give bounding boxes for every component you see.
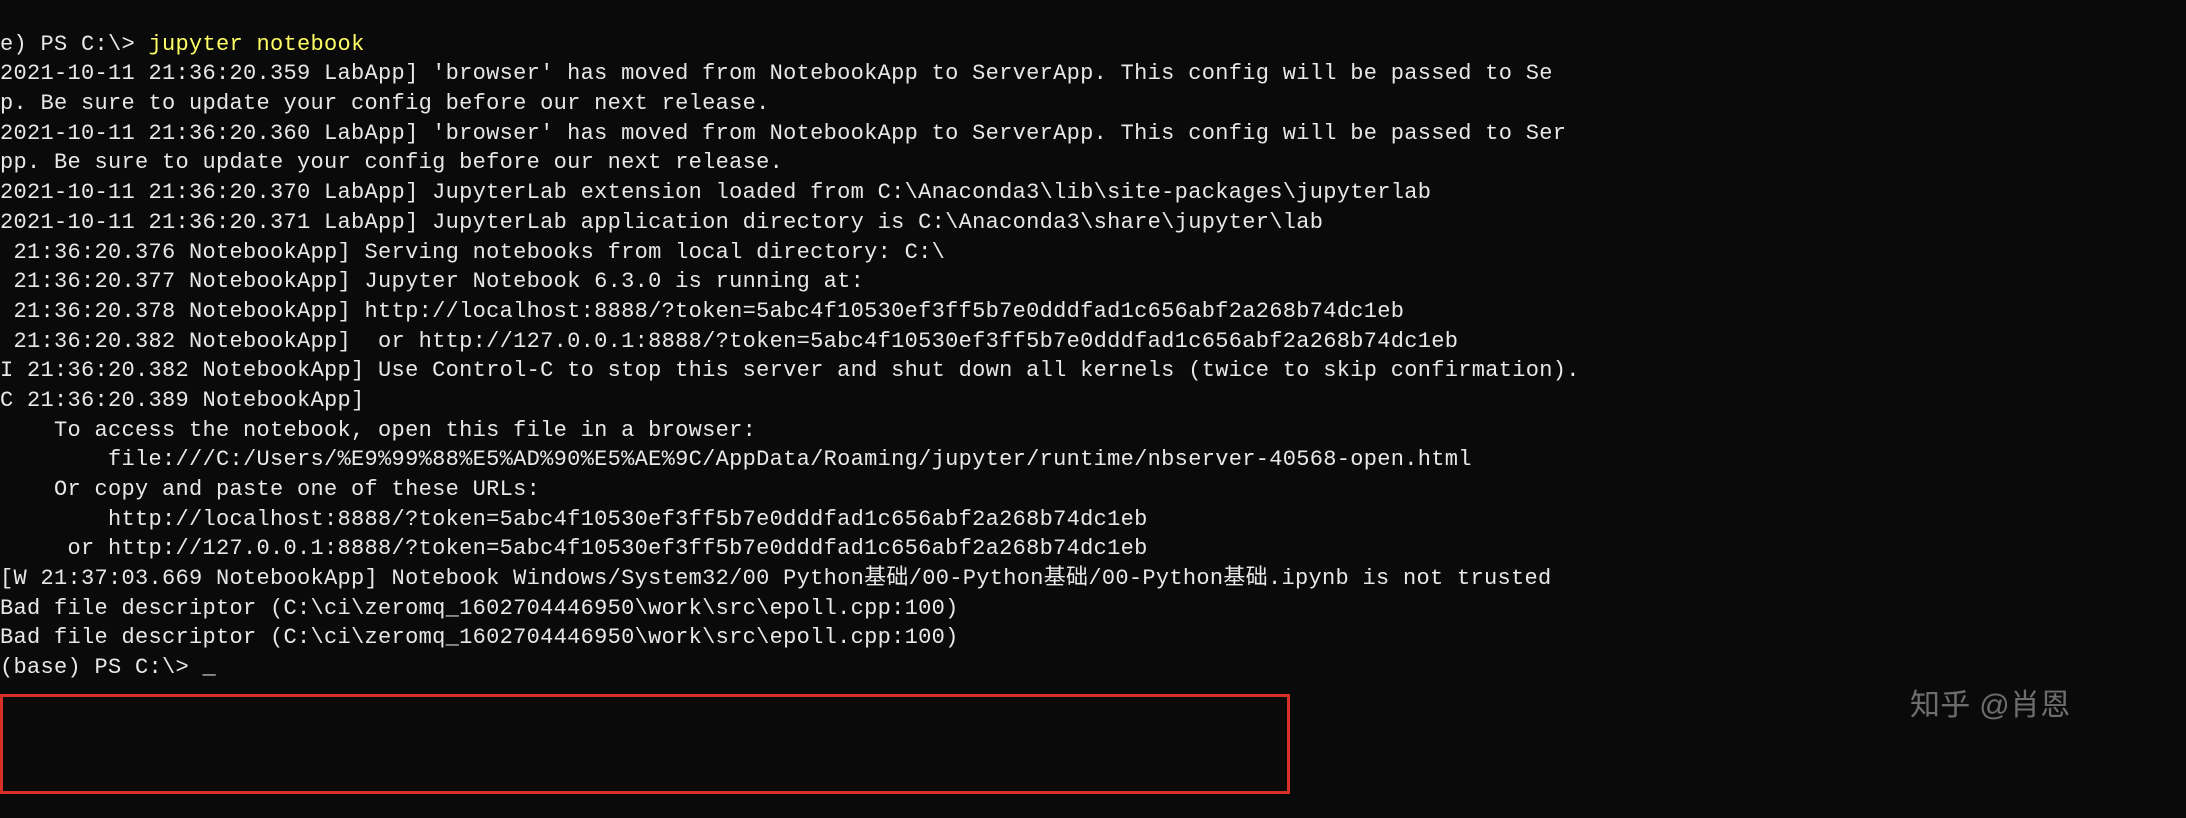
output-line: [W 21:37:03.669 NotebookApp] Notebook Wi… <box>0 564 2186 594</box>
output-line: I 21:36:20.382 NotebookApp] Use Control-… <box>0 356 2186 386</box>
output-line: 21:36:20.377 NotebookApp] Jupyter Notebo… <box>0 267 2186 297</box>
output-line: 21:36:20.378 NotebookApp] http://localho… <box>0 297 2186 327</box>
prompt-command: jupyter notebook <box>149 32 365 57</box>
prompt-line-end: (base) PS C:\> _ <box>0 653 2186 683</box>
output-line: 21:36:20.376 NotebookApp] Serving notebo… <box>0 238 2186 268</box>
output-line: p. Be sure to update your config before … <box>0 89 2186 119</box>
prompt-line: e) PS C:\> jupyter notebook <box>0 30 2186 60</box>
terminal-output[interactable]: e) PS C:\> jupyter notebook2021-10-11 21… <box>0 0 2186 713</box>
output-line: or http://127.0.0.1:8888/?token=5abc4f10… <box>0 534 2186 564</box>
error-line: Bad file descriptor (C:\ci\zeromq_160270… <box>0 623 2186 653</box>
output-line: Or copy and paste one of these URLs: <box>0 475 2186 505</box>
output-line: C 21:36:20.389 NotebookApp] <box>0 386 2186 416</box>
output-line: 2021-10-11 21:36:20.359 LabApp] 'browser… <box>0 59 2186 89</box>
output-line: 2021-10-11 21:36:20.371 LabApp] JupyterL… <box>0 208 2186 238</box>
output-line: 2021-10-11 21:36:20.370 LabApp] JupyterL… <box>0 178 2186 208</box>
output-line: 2021-10-11 21:36:20.360 LabApp] 'browser… <box>0 119 2186 149</box>
output-line: pp. Be sure to update your config before… <box>0 148 2186 178</box>
output-line: 21:36:20.382 NotebookApp] or http://127.… <box>0 327 2186 357</box>
error-line: Bad file descriptor (C:\ci\zeromq_160270… <box>0 594 2186 624</box>
prompt-prefix: e) PS C:\> <box>0 32 149 57</box>
output-line: To access the notebook, open this file i… <box>0 416 2186 446</box>
output-line: file:///C:/Users/%E9%99%88%E5%AD%90%E5%A… <box>0 445 2186 475</box>
output-line: http://localhost:8888/?token=5abc4f10530… <box>0 505 2186 535</box>
